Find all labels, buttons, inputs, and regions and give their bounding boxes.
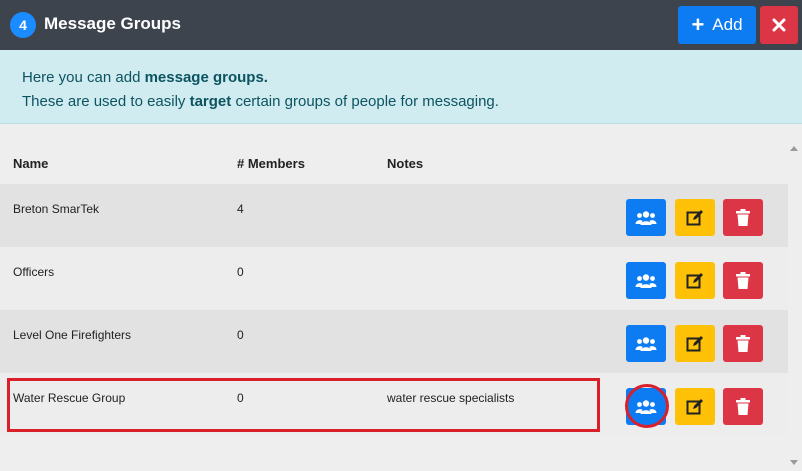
table-row: Officers 0 (0, 247, 788, 310)
delete-button[interactable] (723, 325, 763, 362)
view-members-button[interactable] (626, 325, 666, 362)
view-members-button[interactable] (626, 199, 666, 236)
scroll-down-arrow-icon[interactable] (790, 460, 798, 465)
header-name: Name (13, 156, 49, 171)
modal-title: Message Groups (44, 14, 181, 33)
table-row: Breton SmarTek 4 (0, 184, 788, 247)
edit-icon (686, 272, 703, 288)
row-members: 4 (237, 202, 244, 216)
users-icon (635, 210, 657, 225)
edit-icon (686, 209, 703, 225)
users-icon (635, 273, 657, 288)
table-row: Level One Firefighters 0 (0, 310, 788, 373)
row-name: Breton SmarTek (13, 202, 100, 216)
trash-icon (736, 335, 750, 352)
modal-header: 4 Message Groups + Add (0, 0, 802, 50)
close-button[interactable] (760, 6, 798, 44)
row-members: 0 (237, 328, 244, 342)
header-members: # Members (237, 156, 305, 171)
row-members: 0 (237, 265, 244, 279)
edit-button[interactable] (675, 388, 715, 425)
row-highlight-box (7, 378, 600, 432)
add-group-button[interactable]: + Add (678, 6, 756, 44)
edit-button[interactable] (675, 262, 715, 299)
close-icon (772, 18, 786, 32)
plus-icon: + (691, 12, 705, 37)
group-count-badge: 4 (10, 12, 36, 38)
edit-icon (686, 335, 703, 351)
edit-icon (686, 398, 703, 414)
info-line-2: These are used to easily target certain … (22, 93, 499, 110)
trash-icon (736, 398, 750, 415)
view-members-button[interactable] (626, 262, 666, 299)
users-icon (635, 336, 657, 351)
scroll-up-arrow-icon[interactable] (790, 146, 798, 151)
delete-button[interactable] (723, 388, 763, 425)
edit-button[interactable] (675, 199, 715, 236)
delete-button[interactable] (723, 199, 763, 236)
info-line-1: Here you can add message groups. (22, 69, 268, 86)
row-name: Level One Firefighters (13, 328, 132, 342)
add-button-label: Add (712, 15, 743, 34)
info-alert: Here you can add message groups. These a… (0, 50, 802, 124)
button-highlight-circle (625, 384, 669, 428)
edit-button[interactable] (675, 325, 715, 362)
row-name: Officers (13, 265, 55, 279)
delete-button[interactable] (723, 262, 763, 299)
trash-icon (736, 209, 750, 226)
trash-icon (736, 272, 750, 289)
header-notes: Notes (387, 156, 424, 171)
